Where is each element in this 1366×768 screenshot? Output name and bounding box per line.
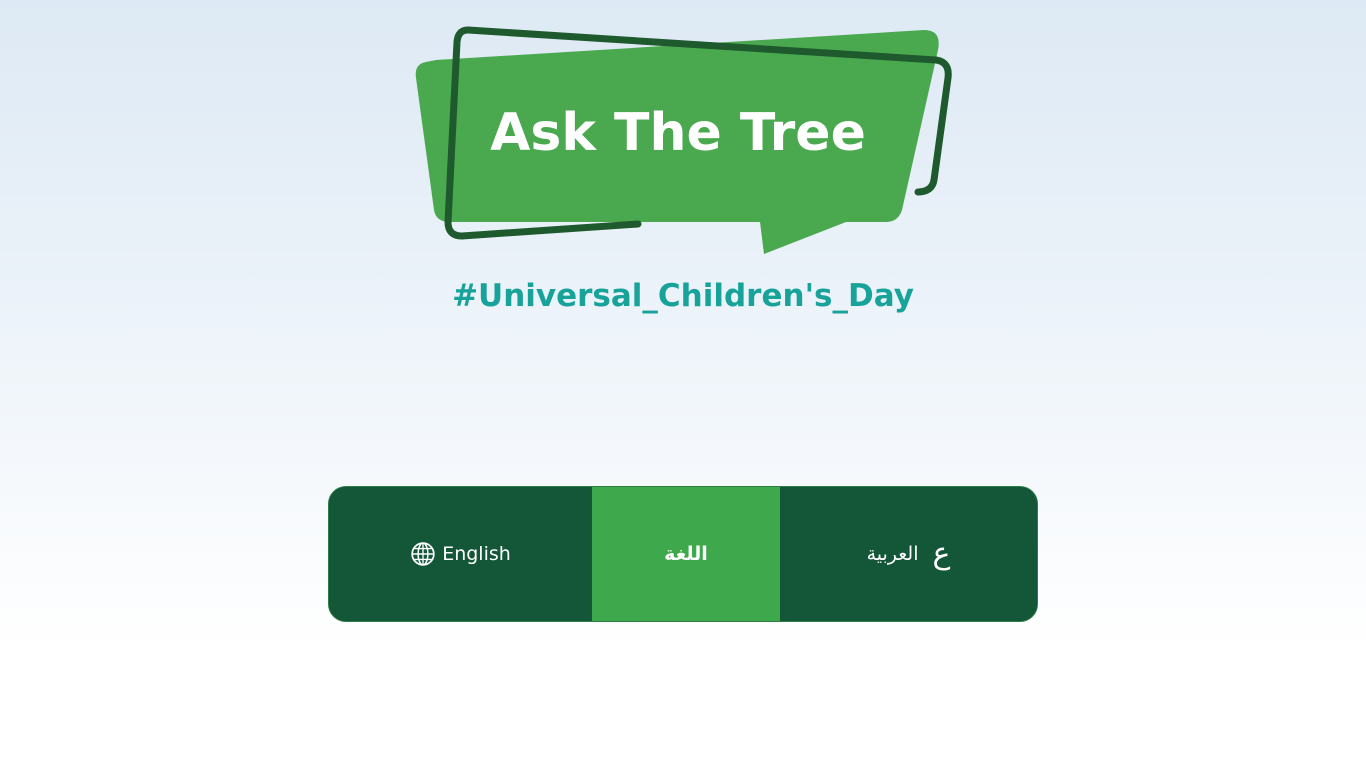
hashtag-title: #Universal_Children's_Day <box>452 278 914 314</box>
ask-the-tree-logo: Ask The Tree <box>408 22 960 262</box>
language-selector: English اللغة العربية ع <box>328 486 1038 622</box>
arabic-button[interactable]: العربية ع <box>780 487 1037 621</box>
logo-title: Ask The Tree <box>490 103 866 163</box>
arabic-label: العربية <box>866 543 919 565</box>
arabic-letter-icon: ع <box>932 536 951 571</box>
language-label: اللغة <box>592 487 780 621</box>
english-button[interactable]: English <box>329 487 592 621</box>
globe-icon <box>411 542 435 566</box>
english-label: English <box>442 543 511 565</box>
language-label-text: اللغة <box>664 543 708 565</box>
